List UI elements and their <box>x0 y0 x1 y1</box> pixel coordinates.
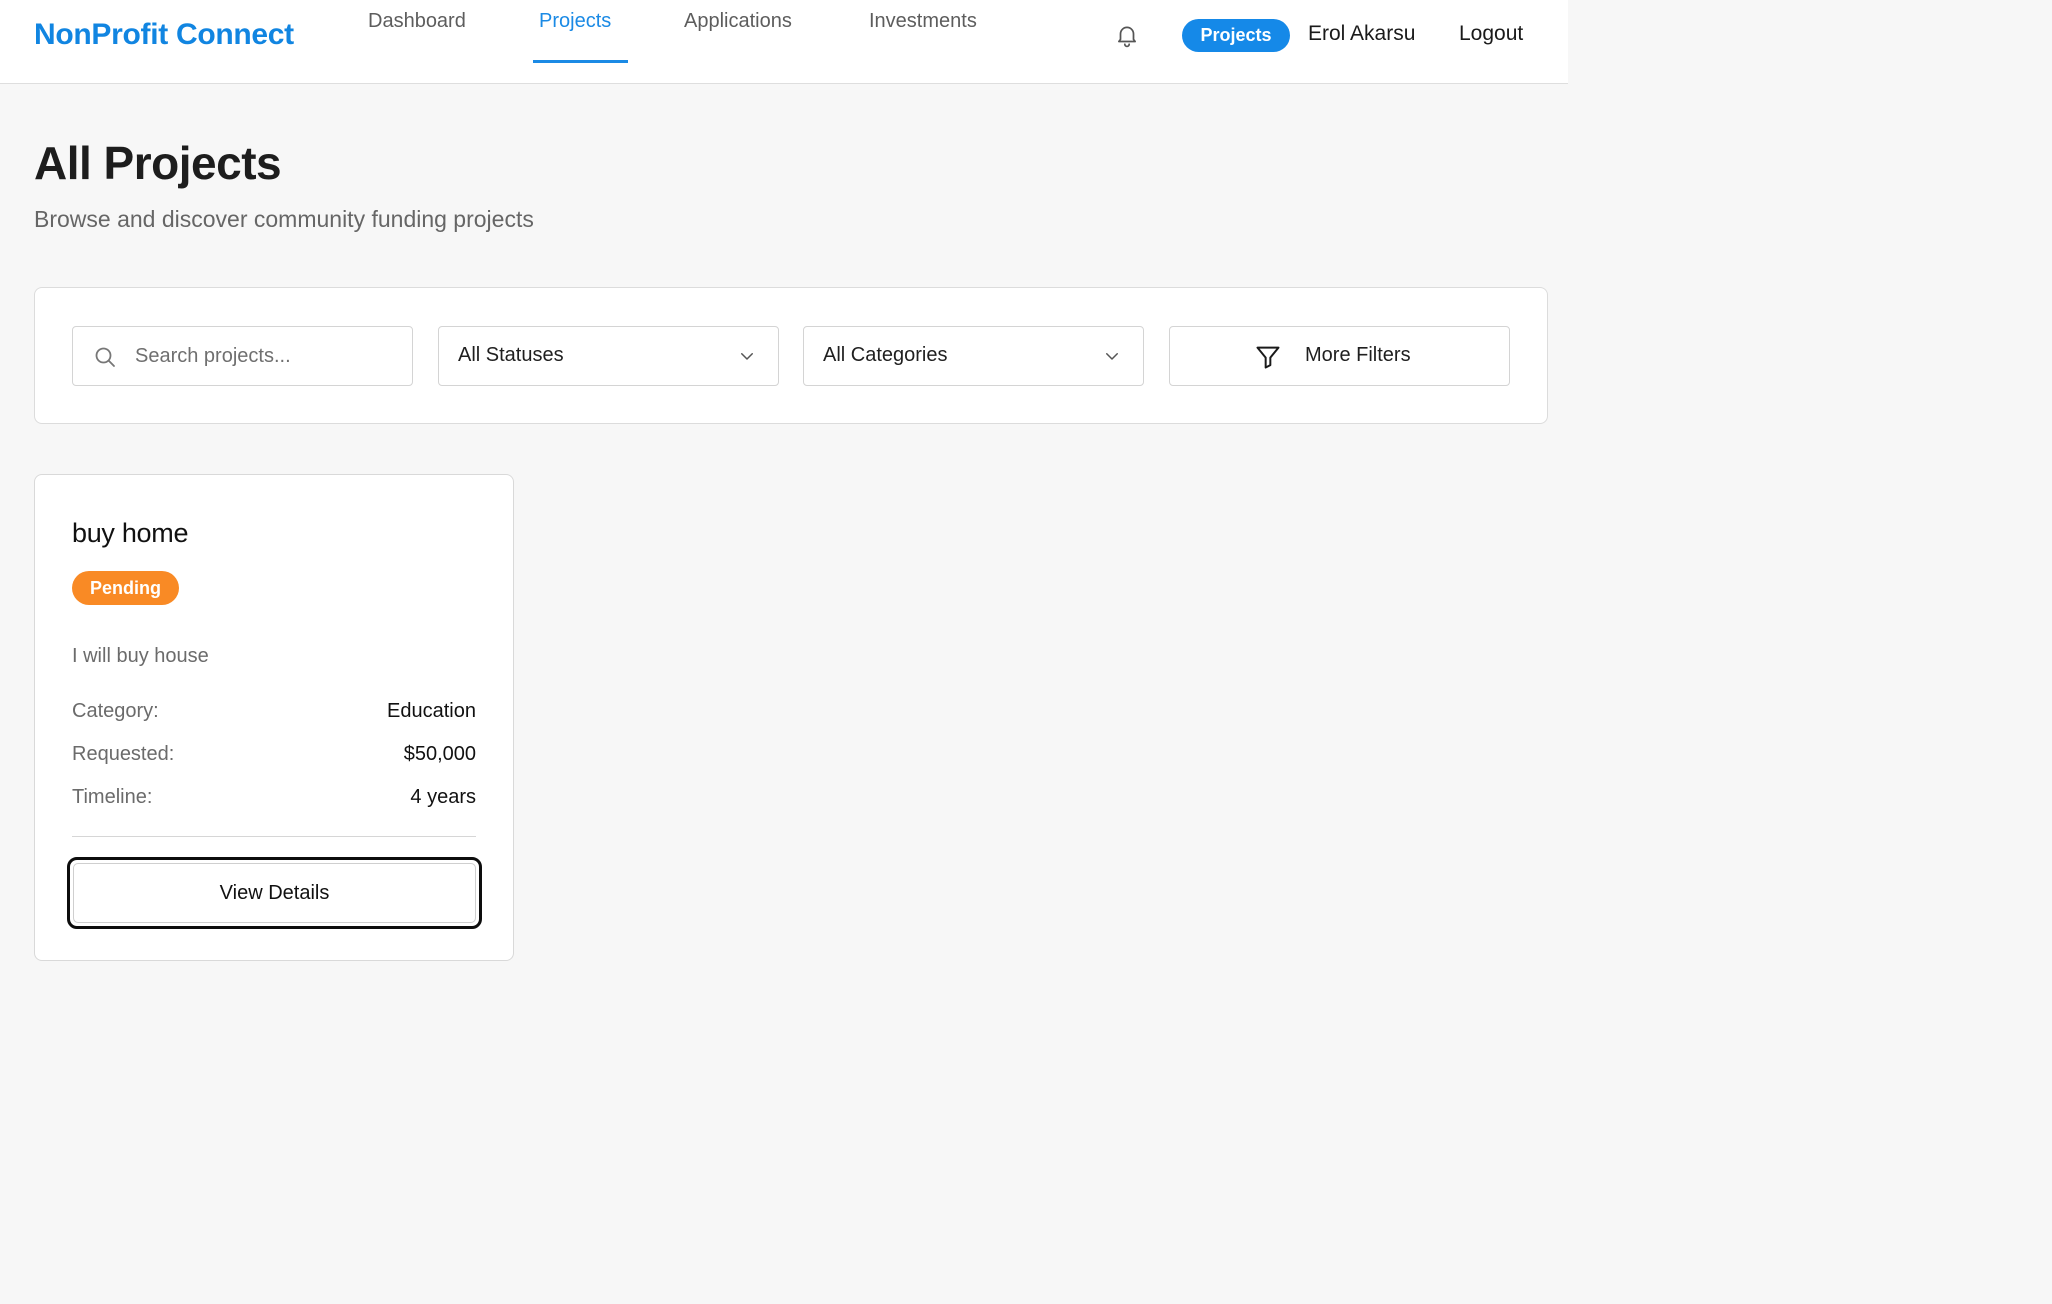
filter-funnel-icon <box>1254 343 1282 371</box>
more-filters-label: More Filters <box>1305 344 1411 366</box>
filter-panel: All Statuses All Categories More Filters <box>34 287 1548 424</box>
nav-active-indicator <box>533 60 628 63</box>
status-badge: Pending <box>72 571 179 605</box>
nav-applications[interactable]: Applications <box>684 10 792 33</box>
project-description: I will buy house <box>72 645 209 667</box>
role-pill-button[interactable]: Projects <box>1182 19 1290 52</box>
category-label: Category: <box>72 700 159 722</box>
nav-dashboard[interactable]: Dashboard <box>368 10 466 33</box>
page-subtitle: Browse and discover community funding pr… <box>34 206 534 232</box>
view-details-button[interactable]: View Details <box>67 857 482 929</box>
search-box[interactable] <box>72 326 413 386</box>
card-divider <box>72 836 476 837</box>
category-select-value: All Categories <box>823 344 948 366</box>
timeline-value: 4 years <box>410 786 476 808</box>
category-select[interactable]: All Categories <box>803 326 1144 386</box>
more-filters-button[interactable]: More Filters <box>1169 326 1510 386</box>
project-title: buy home <box>72 518 189 548</box>
search-input[interactable] <box>135 327 405 385</box>
status-select-value: All Statuses <box>458 344 564 366</box>
status-select[interactable]: All Statuses <box>438 326 779 386</box>
top-navigation-bar: NonProfit Connect Dashboard Projects App… <box>0 0 1568 84</box>
page-title: All Projects <box>34 137 282 189</box>
chevron-down-icon <box>738 347 756 365</box>
view-details-label: View Details <box>73 863 476 923</box>
category-value: Education <box>387 700 476 722</box>
nav-projects[interactable]: Projects <box>539 10 611 33</box>
nav-investments[interactable]: Investments <box>869 10 977 33</box>
logout-button[interactable]: Logout <box>1459 22 1523 46</box>
project-card: buy home Pending I will buy house Catego… <box>34 474 514 961</box>
chevron-down-icon <box>1103 347 1121 365</box>
search-icon <box>93 345 117 369</box>
timeline-label: Timeline: <box>72 786 153 808</box>
user-name[interactable]: Erol Akarsu <box>1308 22 1415 46</box>
requested-value: $50,000 <box>403 743 476 765</box>
brand-logo[interactable]: NonProfit Connect <box>34 18 294 52</box>
bell-icon[interactable] <box>1114 22 1140 48</box>
requested-label: Requested: <box>72 743 175 765</box>
